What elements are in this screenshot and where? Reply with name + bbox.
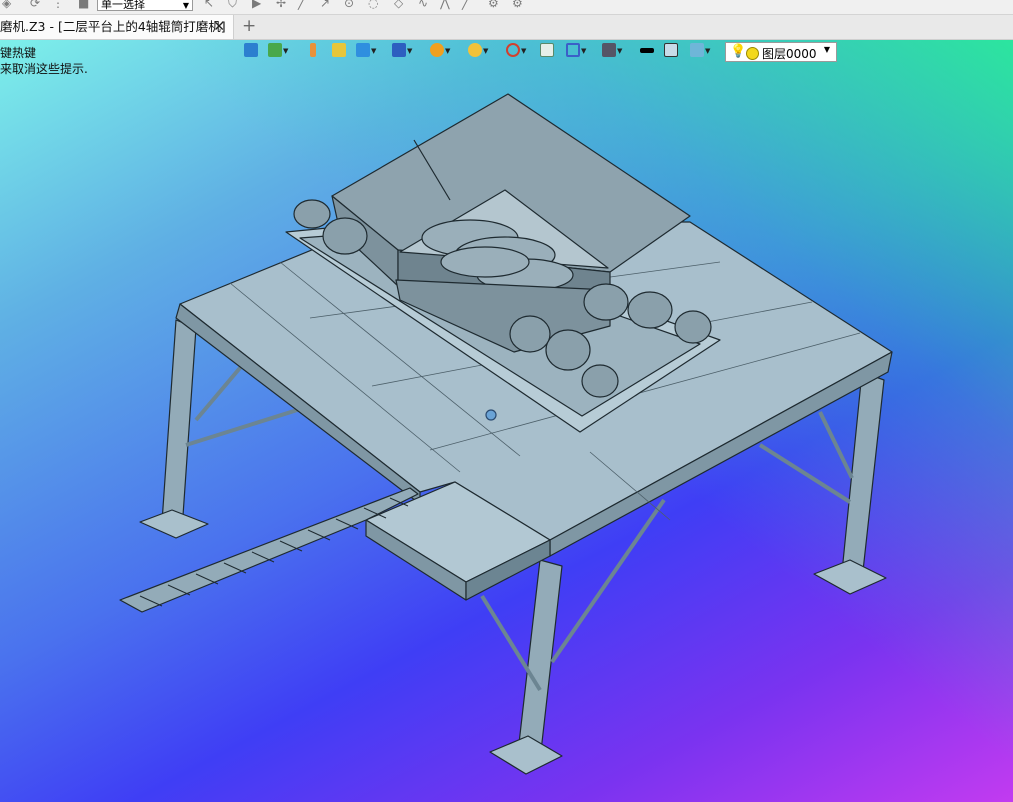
- selection-mode-dropdown[interactable]: 单一选择 ▼: [97, 0, 193, 11]
- machine-model[interactable]: [0, 40, 1013, 802]
- leg-right: [841, 371, 885, 581]
- gear-icon[interactable]: ⚙: [488, 0, 499, 10]
- line-icon[interactable]: ╱: [298, 0, 305, 10]
- pointer-icon[interactable]: ↖: [204, 0, 214, 10]
- tab-active-document[interactable]: 磨机.Z3 - [二层平台上的4轴辊筒打磨机] ✕: [0, 15, 234, 39]
- circle-icon[interactable]: ⊙: [344, 0, 354, 10]
- selection-mode-value: 单一选择: [101, 0, 145, 11]
- snap-icon[interactable]: ✢: [276, 0, 286, 10]
- slash-icon[interactable]: ╱: [462, 0, 469, 10]
- close-icon[interactable]: ✕: [213, 15, 225, 39]
- new-tab-button[interactable]: +: [242, 15, 256, 37]
- top-toolbar: ◈ ⟳ ⋮ ■ 单一选择 ▼ ↖ ⛉ ▶ ✢ ╱ ↗ ⊙ ◌ ◇ ∿ ⋀ ╱ ⚙…: [0, 0, 1013, 15]
- app-icon[interactable]: ◈: [2, 0, 11, 10]
- arc-icon[interactable]: ◌: [368, 0, 378, 10]
- stop-icon[interactable]: ■: [78, 0, 89, 10]
- tab-title: 磨机.Z3 - [二层平台上的4轴辊筒打磨机]: [0, 19, 226, 34]
- play-icon[interactable]: ▶: [252, 0, 261, 10]
- measure-icon[interactable]: ⋀: [440, 0, 450, 10]
- filter-icon[interactable]: ⛉: [228, 0, 237, 11]
- leg-left: [161, 319, 197, 531]
- curve-icon[interactable]: ∿: [418, 0, 428, 10]
- chevron-down-icon: ▼: [182, 1, 189, 10]
- rotate-icon[interactable]: ⟳: [30, 0, 40, 10]
- arrow-line-icon[interactable]: ↗: [320, 0, 330, 10]
- point-icon[interactable]: ◇: [394, 0, 403, 10]
- pin-icon[interactable]: ⋮: [52, 0, 64, 10]
- document-tab-bar: 磨机.Z3 - [二层平台上的4轴辊筒打磨机] ✕ +: [0, 15, 1013, 40]
- settings-icon[interactable]: ⚙: [512, 0, 523, 10]
